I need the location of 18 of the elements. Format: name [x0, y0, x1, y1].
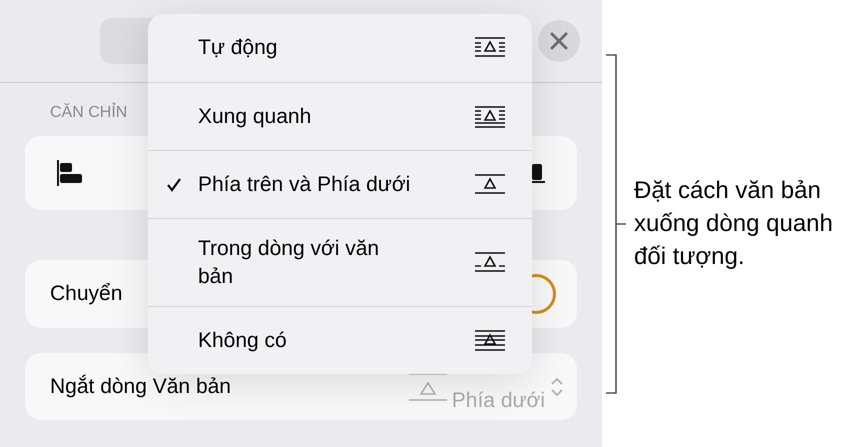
wrap-style-icon [472, 328, 508, 352]
wrap-style-icon [472, 172, 508, 196]
wrap-style-icon [472, 36, 508, 60]
wrap-value: Phía dưới [452, 388, 545, 414]
callout-text: Đặt cách văn bản xuống dòng quanh đối tượng. [634, 176, 834, 272]
wrap-style-icon [408, 372, 448, 402]
menu-item[interactable]: Phía trên và Phía dưới [148, 150, 532, 218]
menu-item[interactable]: Không có [148, 306, 532, 374]
wrap-label: Ngắt dòng Văn bản [50, 374, 231, 400]
menu-item[interactable]: Xung quanh [148, 82, 532, 150]
menu-item[interactable]: Trong dòng với văn bản [148, 218, 532, 306]
close-button[interactable] [538, 20, 580, 62]
wrap-style-icon [472, 104, 508, 128]
close-icon [550, 32, 568, 50]
section-label: CĂN CHỈN [50, 105, 128, 121]
move-label: Chuyển [50, 281, 122, 308]
wrap-style-icon [472, 250, 508, 274]
menu-item[interactable]: Tự động [148, 14, 532, 82]
